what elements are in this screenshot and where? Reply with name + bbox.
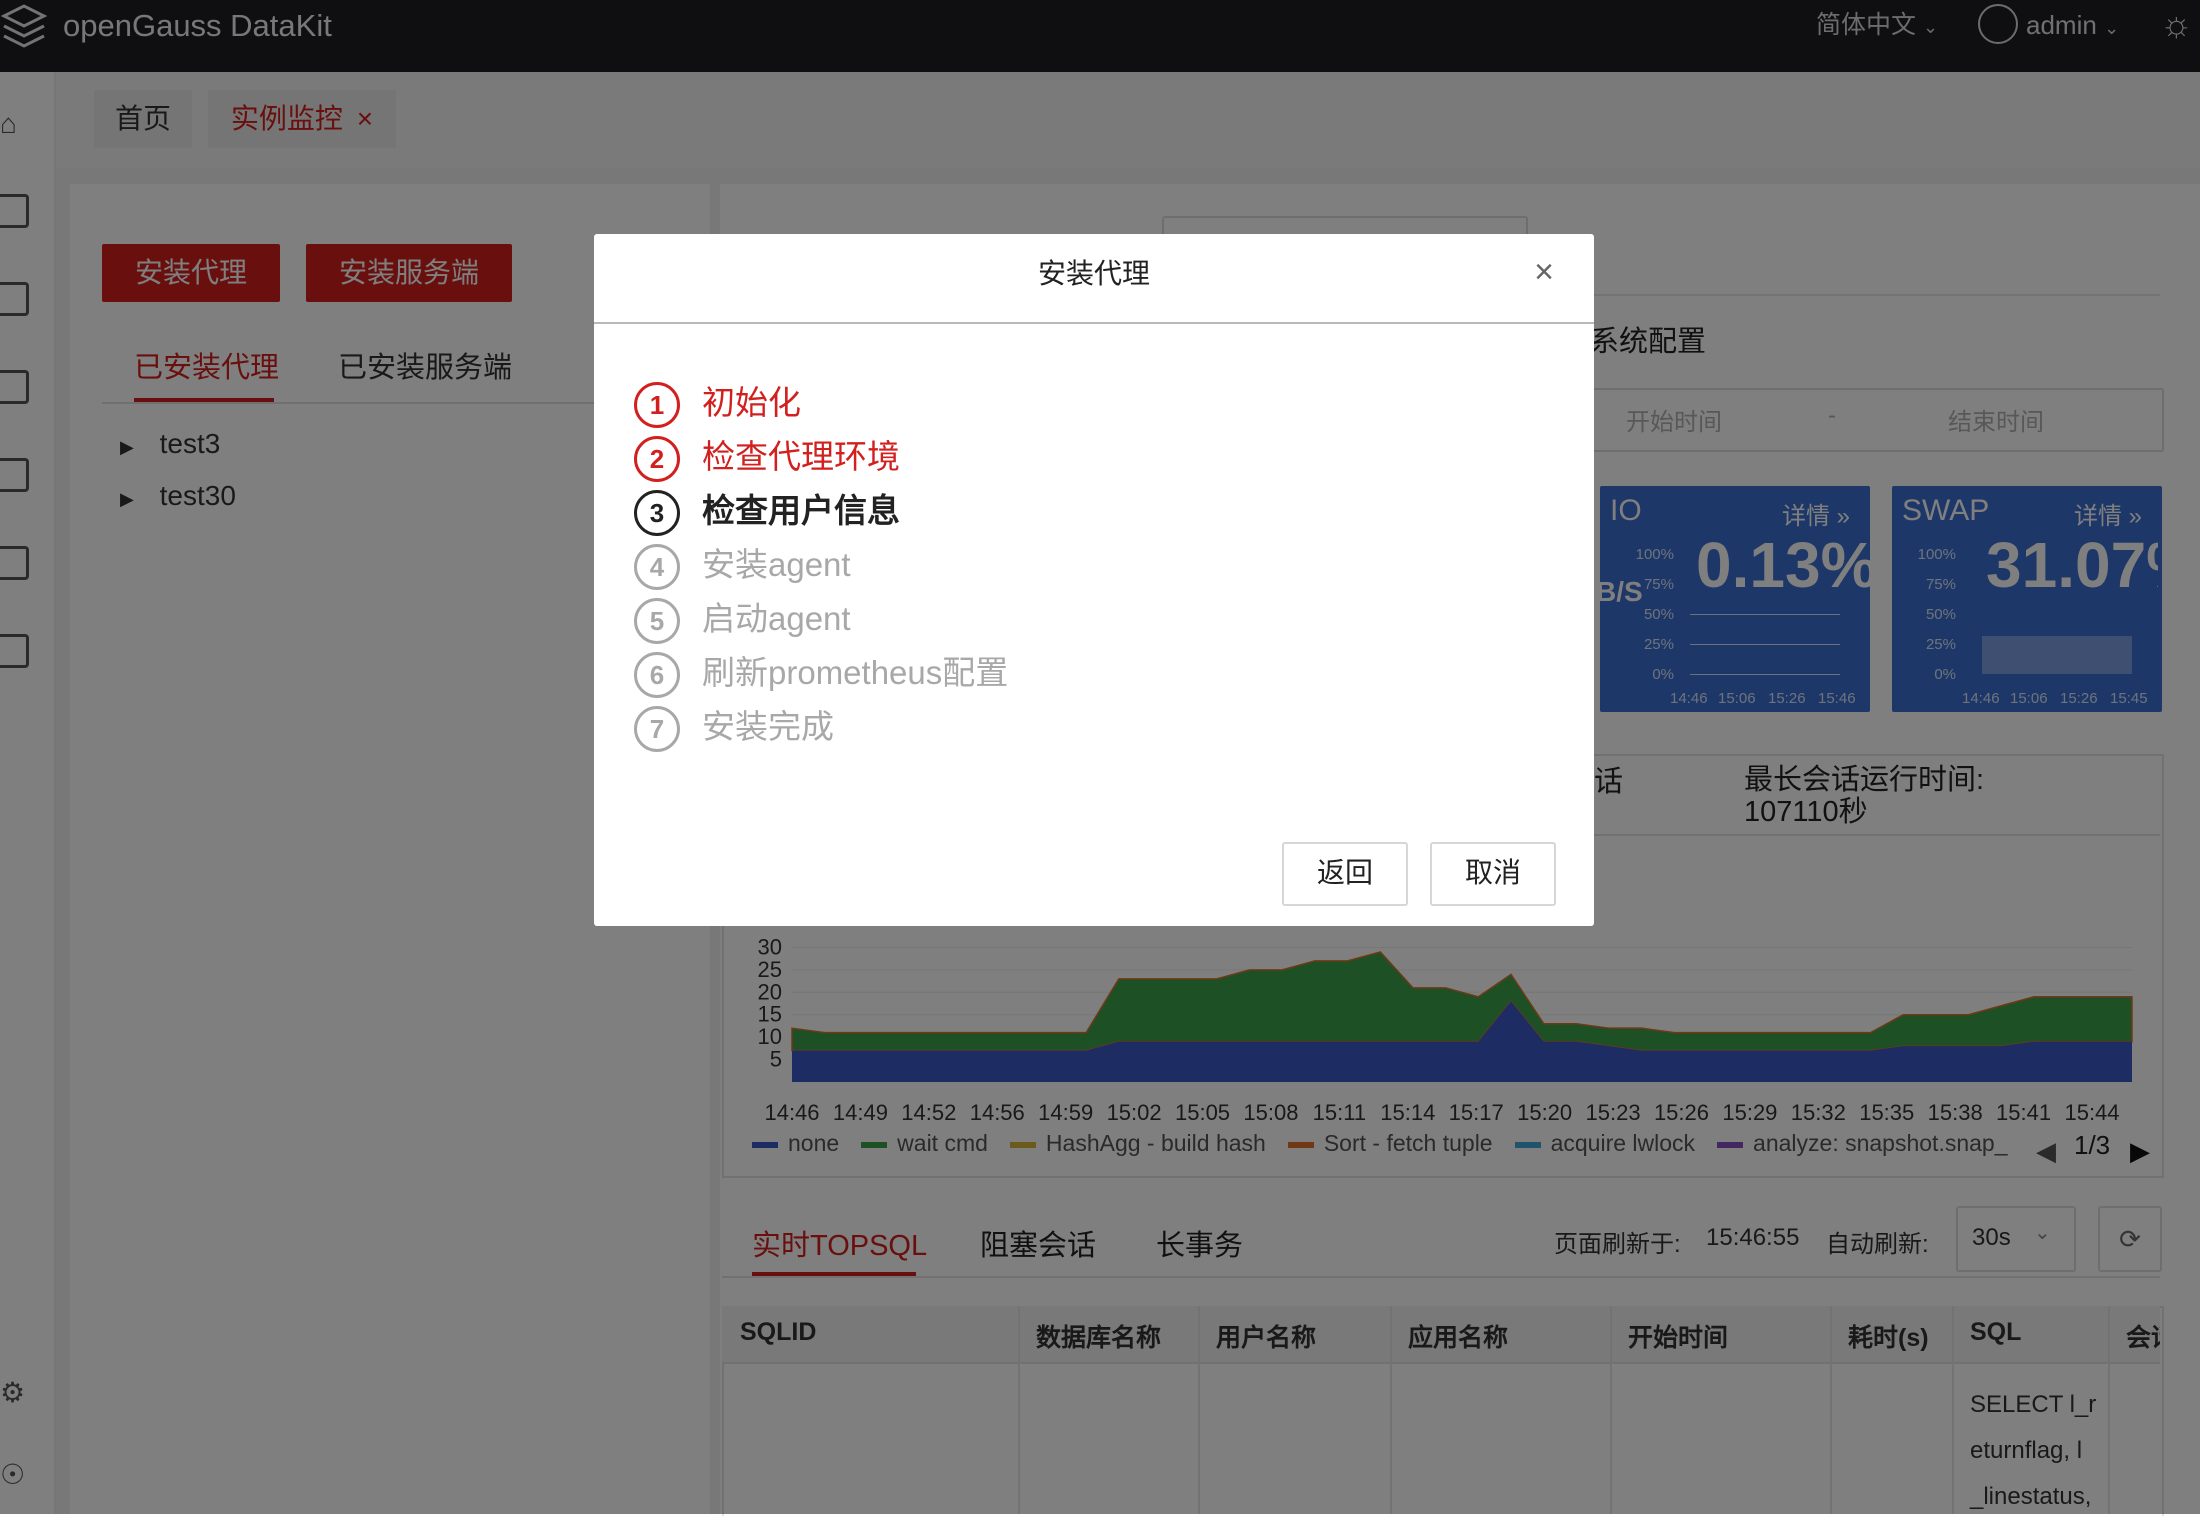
step-number: 6 [634, 652, 680, 698]
step-number: 2 [634, 436, 680, 482]
step-label: 刷新prometheus配置 [702, 651, 1008, 695]
dialog-header-divider [594, 322, 1594, 324]
step-label: 安装完成 [702, 705, 834, 749]
step-number: 3 [634, 490, 680, 536]
close-icon[interactable]: × [1524, 252, 1564, 292]
step-label: 初始化 [702, 381, 801, 425]
step-label: 启动agent [702, 597, 851, 641]
step-number: 1 [634, 382, 680, 428]
step-label: 检查用户信息 [702, 489, 900, 533]
step-label: 安装agent [702, 543, 851, 587]
step-label: 检查代理环境 [702, 435, 900, 479]
step-number: 5 [634, 598, 680, 644]
back-button[interactable]: 返回 [1282, 842, 1408, 906]
step-number: 4 [634, 544, 680, 590]
dialog-title: 安装代理 [594, 254, 1594, 294]
cancel-button[interactable]: 取消 [1430, 842, 1556, 906]
install-agent-dialog: 安装代理 × 1 初始化 2 检查代理环境 3 检查用户信息 4 安装agent 5 启动agen… [594, 234, 1594, 926]
step-number: 7 [634, 706, 680, 752]
